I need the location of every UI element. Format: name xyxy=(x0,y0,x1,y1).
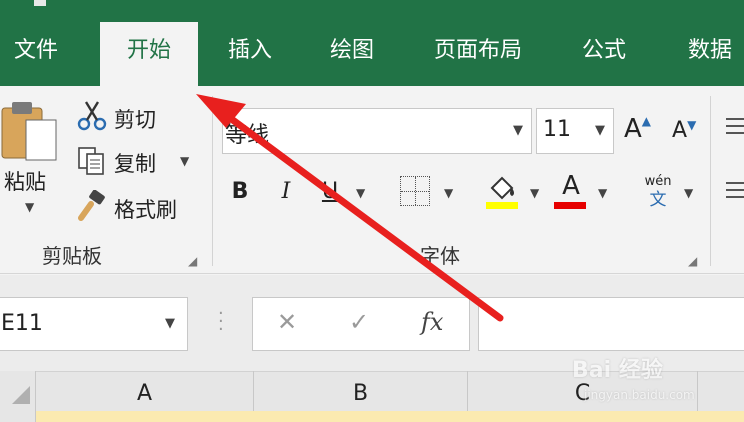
chevron-down-icon[interactable]: ▼ xyxy=(513,123,523,138)
font-size-value: 11 xyxy=(543,117,571,142)
group-separator xyxy=(710,96,711,266)
font-name-value: 等线 xyxy=(225,123,270,148)
copy-dropdown-arrow[interactable]: ▼ xyxy=(180,154,189,168)
font-color-label: A xyxy=(562,171,580,201)
fill-color-dropdown-arrow[interactable]: ▼ xyxy=(530,186,539,200)
down-caret-icon: ▼ xyxy=(687,118,697,132)
paste-dropdown-arrow[interactable]: ▼ xyxy=(25,200,34,214)
phonetic-guide-button[interactable]: wén 文 xyxy=(640,174,676,214)
font-color-dropdown-arrow[interactable]: ▼ xyxy=(598,186,607,200)
clipboard-icon xyxy=(1,102,57,161)
shrink-font-label: A xyxy=(672,118,688,143)
cut-button[interactable]: 剪切 xyxy=(74,98,204,138)
format-painter-label: 格式刷 xyxy=(114,198,177,222)
chevron-down-icon[interactable]: ▼ xyxy=(165,316,175,331)
enter-button[interactable]: ✓ xyxy=(349,308,369,336)
tab-file[interactable]: 文件 xyxy=(0,22,72,86)
up-caret-icon: ▲ xyxy=(641,114,652,128)
drag-handle-icon[interactable]: · · · xyxy=(218,305,224,339)
format-painter-icon xyxy=(78,190,105,221)
tab-formulas[interactable]: 公式 xyxy=(566,22,642,86)
fill-color-button[interactable] xyxy=(484,174,520,210)
font-size-box[interactable]: 11 ▼ xyxy=(536,108,614,154)
tab-page-layout[interactable]: 页面布局 xyxy=(420,22,536,86)
column-header-b[interactable]: B xyxy=(254,371,468,411)
shrink-font-button[interactable]: A▼ xyxy=(672,118,696,143)
column-header-a[interactable]: A xyxy=(36,371,254,411)
font-color-button[interactable]: A xyxy=(554,170,588,210)
tab-insert[interactable]: 插入 xyxy=(212,22,288,86)
font-group-label: 字体 xyxy=(420,244,460,268)
underline-dropdown-arrow[interactable]: ▼ xyxy=(356,186,365,200)
bold-button[interactable]: B xyxy=(226,172,254,212)
copy-icon xyxy=(78,147,104,175)
copy-button[interactable]: 复制 ▼ xyxy=(74,142,200,182)
cancel-button[interactable]: ✕ xyxy=(277,308,297,336)
name-box[interactable]: E11 ▼ xyxy=(0,297,188,351)
formula-buttons: ✕ ✓ fx xyxy=(252,297,470,351)
watermark-brand: Bai 经验 xyxy=(572,358,663,383)
format-painter-button[interactable]: 格式刷 xyxy=(74,188,194,228)
font-name-box[interactable]: 等线 ▼ xyxy=(222,108,532,154)
font-launcher-icon[interactable]: ◢ xyxy=(688,254,697,268)
copy-label: 复制 xyxy=(114,152,156,176)
formula-input[interactable] xyxy=(478,297,744,351)
underline-button[interactable]: U xyxy=(316,172,344,212)
tab-data[interactable]: 数据 xyxy=(672,22,744,86)
align-left-icon[interactable] xyxy=(726,180,744,204)
cut-label: 剪切 xyxy=(114,108,156,132)
clipboard-group-label: 剪贴板 xyxy=(42,244,102,268)
font-color-swatch xyxy=(554,202,586,209)
watermark-url: jingyan.baidu.com xyxy=(584,388,695,402)
group-separator xyxy=(212,96,213,266)
phonetic-top-label: wén xyxy=(644,174,672,189)
tab-home[interactable]: 开始 xyxy=(100,22,198,88)
grow-font-button[interactable]: A▲ xyxy=(624,114,651,144)
border-icon[interactable] xyxy=(400,176,430,206)
clipboard-launcher-icon[interactable]: ◢ xyxy=(188,254,197,268)
border-dropdown-arrow[interactable]: ▼ xyxy=(444,186,453,200)
phonetic-bottom-label: 文 xyxy=(649,190,667,210)
tab-draw[interactable]: 绘图 xyxy=(314,22,390,86)
grow-font-label: A xyxy=(624,114,642,144)
chevron-down-icon[interactable]: ▼ xyxy=(595,123,605,138)
quick-access-sliver xyxy=(34,0,46,6)
paste-label: 粘贴 xyxy=(4,170,46,194)
align-top-icon[interactable] xyxy=(726,114,744,138)
fill-color-swatch xyxy=(486,202,518,209)
row-header[interactable] xyxy=(0,411,36,422)
insert-function-button[interactable]: fx xyxy=(421,308,443,336)
select-all-triangle-icon xyxy=(12,386,30,404)
baidu-watermark: Bai 经验 jingyan.baidu.com xyxy=(572,352,742,412)
phonetic-dropdown-arrow[interactable]: ▼ xyxy=(684,186,693,200)
selected-row-cells[interactable] xyxy=(36,411,744,422)
scissors-icon xyxy=(77,101,107,131)
italic-button[interactable]: I xyxy=(272,172,300,212)
name-box-value: E11 xyxy=(1,311,43,336)
fill-color-icon xyxy=(490,176,514,200)
